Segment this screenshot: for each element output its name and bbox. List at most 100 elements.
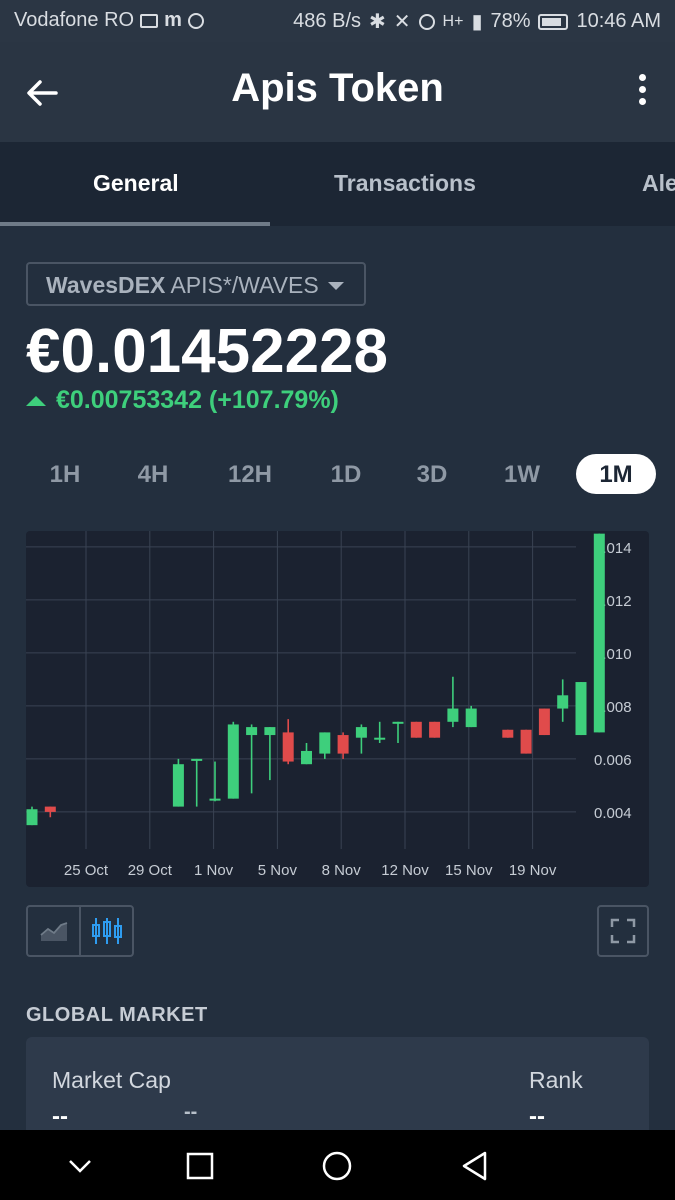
range-3d[interactable]: 3D [392,454,472,494]
candle-up [246,727,258,736]
global-market-heading: GLOBAL MARKET [26,1004,208,1026]
alarm-icon [418,13,435,30]
x-tick-label: 12 Nov [381,862,429,879]
range-4h[interactable]: 4H [114,454,192,494]
screen-cast-icon [140,13,159,28]
app-bar: Apis Token [0,42,675,142]
more-vert-icon [635,74,649,105]
battery-icon [538,13,569,30]
price-change: €0.00753342 (+107.79%) [26,386,339,415]
x-tick-label: 5 Nov [258,862,298,879]
tab-alerts[interactable]: Alerts [642,170,675,197]
market-cap-value: -- [52,1103,68,1130]
candle-up [264,727,276,736]
x-tick-label: 25 Oct [64,862,109,879]
candle-down [429,721,441,738]
range-1d[interactable]: 1D [306,454,386,494]
signal-label: H+ [442,12,464,30]
candle-up [392,721,404,724]
y-tick-label: 0.004 [594,805,632,822]
m-indicator: m [164,9,182,31]
candle-down [282,732,294,762]
status-left: Vodafone RO m [14,9,204,32]
square-icon [186,1152,214,1180]
candle-up [301,750,312,765]
candle-up [447,708,459,722]
candle-up [593,533,605,733]
candle-down [410,721,422,738]
candle-up [227,724,239,799]
nav-recents-button[interactable] [182,1148,218,1184]
status-right: 486 B/s ✱ ✕ H+ ▮ 78% 10:46 AM [293,9,661,34]
candlestick-chart: 0.0040.0060.0080.0100.0120.01425 Oct 29 O… [26,531,632,879]
system-nav-bar [0,1130,675,1200]
x-tick-label: 8 Nov [322,862,362,879]
candle-down [44,806,56,812]
range-1w[interactable]: 1W [482,454,562,494]
nav-home-button[interactable] [319,1148,355,1184]
sync-icon [187,12,204,29]
circle-icon [322,1151,352,1181]
candle-up [465,708,477,728]
battery-percent: 78% [490,10,531,32]
x-tick-label: 29 Oct [128,862,173,879]
candle-up [557,695,569,709]
market-cap-label: Market Cap [52,1067,171,1093]
bluetooth-icon: ✱ [369,11,386,33]
candle-up [319,732,331,754]
exchange-dropdown[interactable]: WavesDEX APIS*/WAVES [26,262,366,306]
clock: 10:46 AM [576,10,661,32]
page-title: Apis Token [231,66,444,110]
chevron-down-icon [69,1160,91,1173]
candle-down [520,729,532,754]
carrier-name: Vodafone RO [14,9,135,31]
triangle-back-icon [462,1151,487,1181]
range-1h[interactable]: 1H [26,454,104,494]
market-secondary-value: -- [184,1101,198,1123]
caret-down-icon [328,282,344,290]
time-range-selector: 1H 4H 12H 1D 3D 1W 1M [26,454,656,498]
current-price: €0.01452228 [26,317,389,386]
tab-indicator [0,222,270,226]
candle-up [374,737,386,740]
exchange-label: WavesDEX APIS*/WAVES [46,272,319,299]
fullscreen-icon [610,918,636,944]
candlestick-icon [91,918,122,944]
candle-down [337,735,349,754]
y-tick-label: 0.006 [594,752,632,769]
candle-up [575,682,587,736]
net-speed: 486 B/s [293,10,361,32]
status-bar: Vodafone RO m 486 B/s ✱ ✕ H+ ▮ 78% 10:46… [0,0,675,42]
range-1m[interactable]: 1M [576,454,656,494]
nav-hide-button[interactable] [62,1148,98,1184]
candle-up [26,809,38,826]
candle-down [538,708,550,736]
more-options-button[interactable] [635,74,649,110]
tab-general[interactable]: General [93,170,179,197]
x-tick-label: 19 Nov [509,862,557,879]
candle-up [191,758,203,761]
triangle-up-icon [26,395,46,406]
range-12h[interactable]: 12H [204,454,296,494]
area-chart-icon [39,922,67,941]
candle-up [355,727,367,738]
signal-icon: ▮ [471,11,483,33]
fullscreen-button[interactable] [597,905,649,957]
candle-up [209,798,221,801]
candle-chart-button[interactable] [79,907,132,955]
chart-type-toggle [26,905,134,957]
tab-transactions[interactable]: Transactions [334,170,476,197]
candle-down [502,729,514,738]
candle-up [172,764,184,807]
x-tick-label: 15 Nov [445,862,493,879]
mute-icon: ✕ [393,11,411,33]
x-tick-label: 1 Nov [194,862,234,879]
nav-back-button[interactable] [457,1148,493,1184]
exchange-pair: APIS*/WAVES [170,272,319,298]
price-chart[interactable]: 0.004 0.006 0.008 0.010 0.012 0.014 25 Oct 29 O… [26,531,649,887]
line-chart-button[interactable] [28,907,79,955]
rank-value: -- [529,1103,545,1130]
exchange-name: WavesDEX [46,272,166,298]
price-change-text: €0.00753342 (+107.79%) [56,386,339,414]
tab-bar: General Transactions Alerts [0,142,675,226]
